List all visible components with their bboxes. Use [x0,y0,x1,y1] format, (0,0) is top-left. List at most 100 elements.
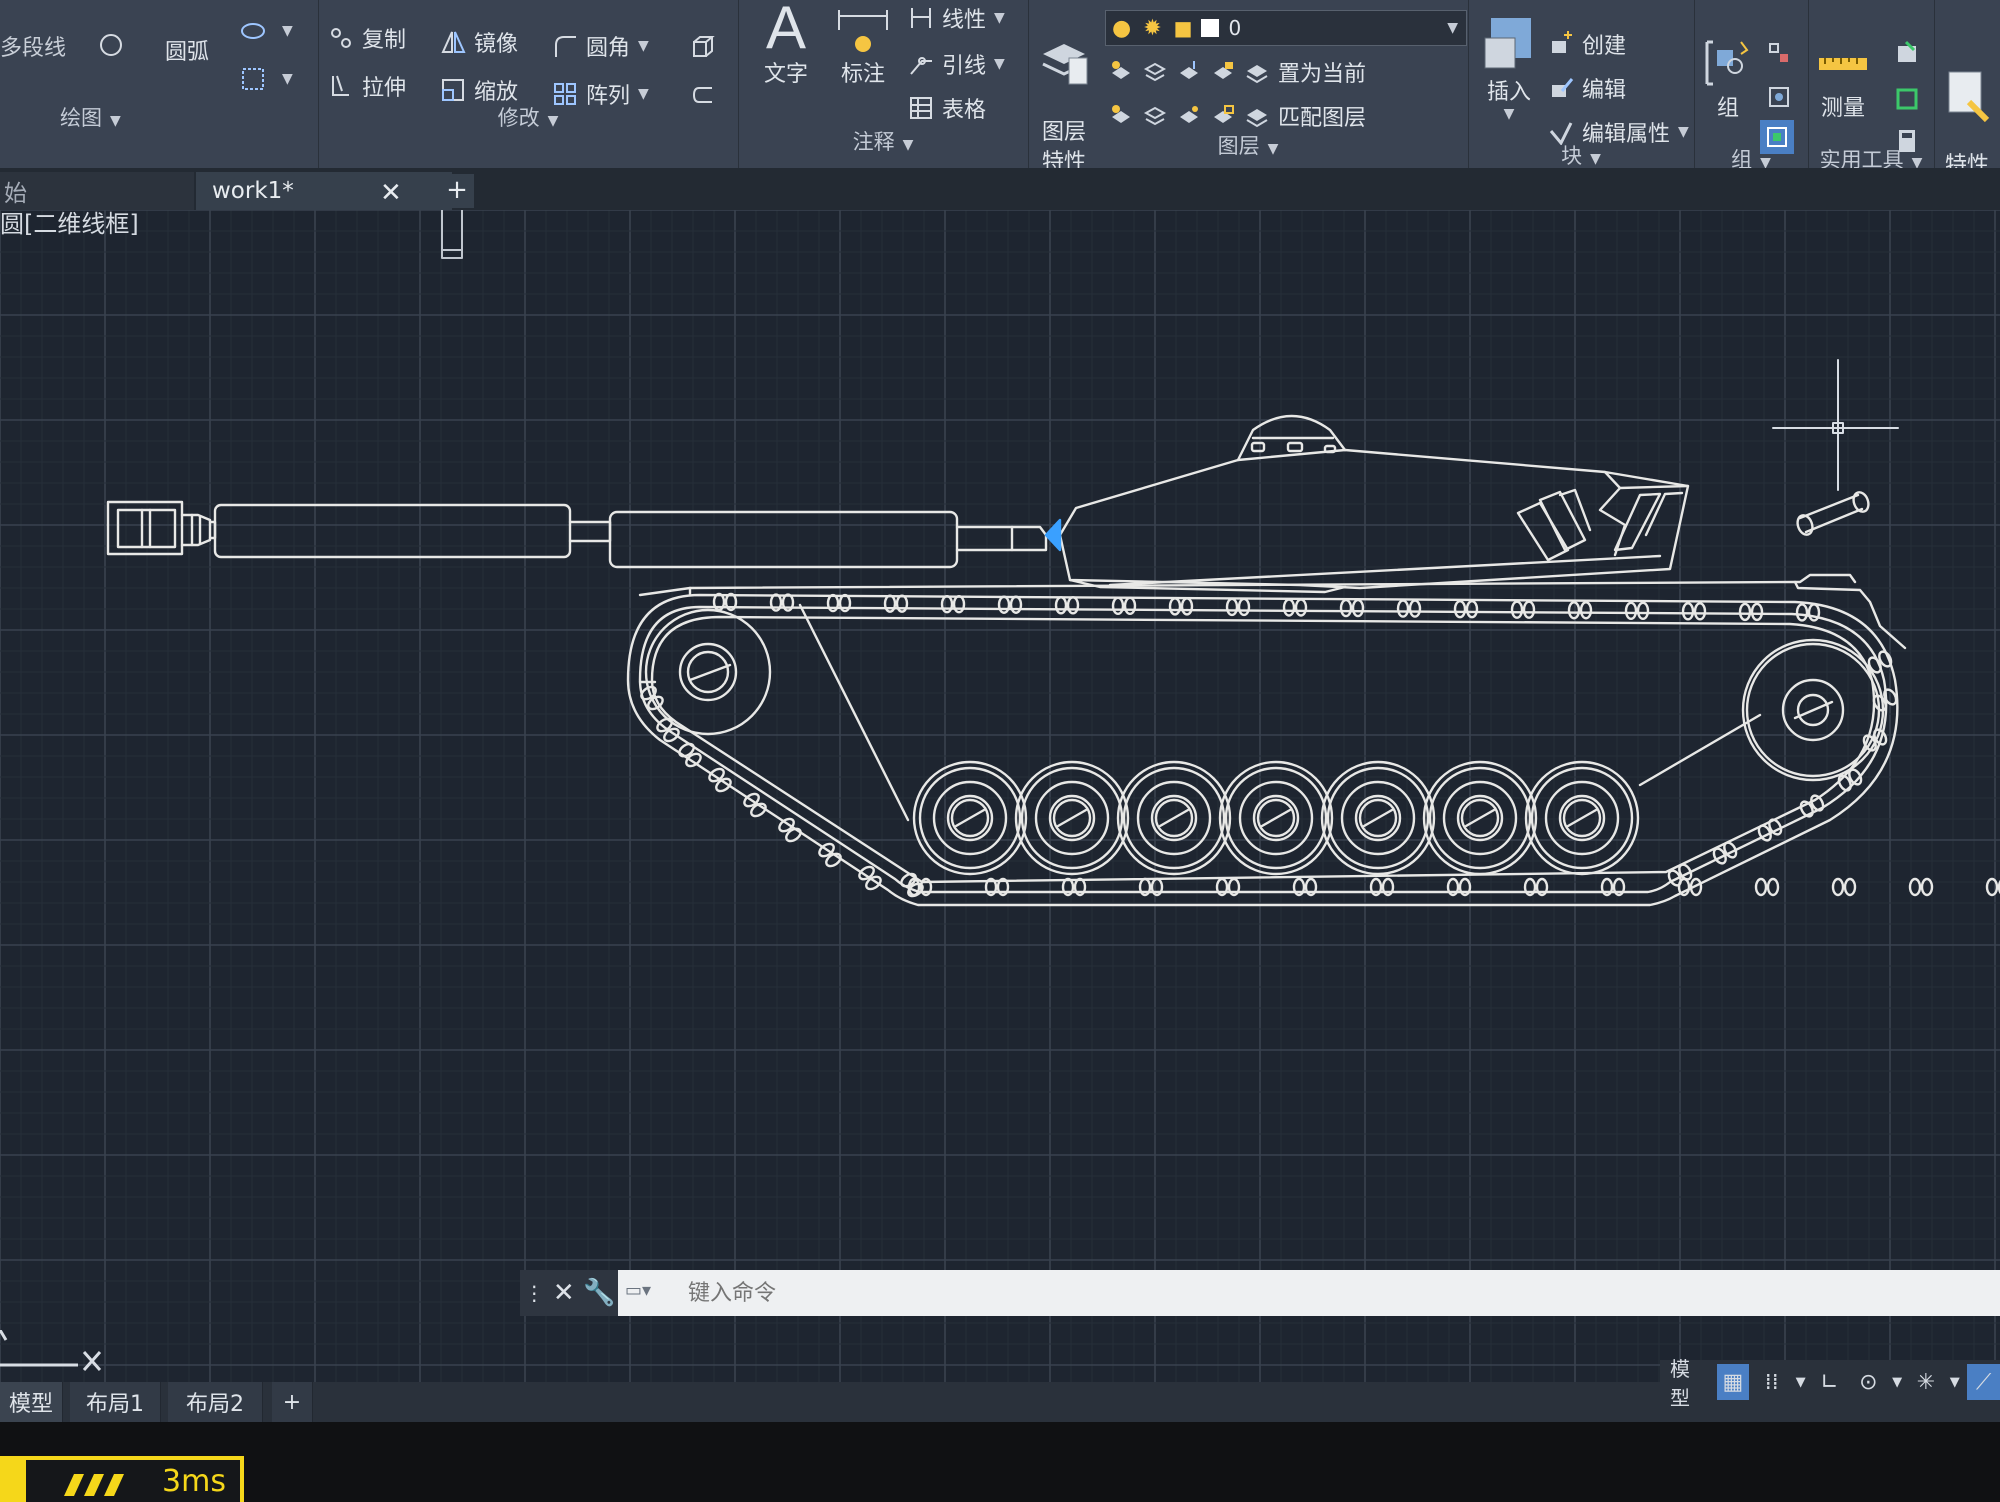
isodraft-icon[interactable]: ✳ [1910,1364,1943,1400]
ungroup-icon[interactable] [1766,40,1800,66]
measure-button[interactable]: 测量 [1812,50,1874,122]
linear-dropdown-icon[interactable]: ▼ [994,10,1005,26]
command-input[interactable] [618,1270,2000,1316]
annotation-panel-title[interactable]: 注释 ▼ [738,126,1028,156]
road-wheel-spoke [1566,808,1598,828]
set-current-button[interactable]: 置为当前 [1278,56,1366,88]
hatch-dropdown-icon[interactable]: ▼ [282,71,293,87]
layer-freeze-icon[interactable] [1176,59,1202,85]
track-pin [1351,598,1365,618]
arc-button[interactable]: 圆弧 [165,34,209,66]
modify-panel: 复制 镜像 圆角 ▼ 拉伸 缩放 阵列 ▼ 修改 ▼ [318,0,739,168]
smoke-launcher[interactable] [1516,488,1592,562]
select-all-icon[interactable] [1894,86,1928,112]
arc-label: 圆弧 [165,40,210,65]
track-pin [1066,596,1080,615]
layout-tab-layout1[interactable]: 布局1 [70,1382,161,1422]
ortho-icon[interactable]: ∟ [1813,1364,1846,1400]
dimension-button[interactable]: 标注 [828,10,898,88]
layout-tab-model[interactable]: 模型 [0,1382,63,1422]
track-pin [1510,600,1524,619]
grid-icon[interactable]: ▦ [1716,1364,1750,1400]
block-panel-title[interactable]: 块 ▼ [1468,140,1694,170]
layer-unisolate-icon[interactable] [1142,103,1168,129]
isodraft-dropdown-icon[interactable]: ▼ [1948,1364,1961,1400]
layer-on-icon[interactable] [1108,103,1134,129]
stretch-button[interactable]: 拉伸 [328,70,406,102]
track-pin [1294,598,1308,617]
modify-panel-title[interactable]: 修改 ▼ [318,102,738,132]
ellipse-button[interactable]: ▼ [240,18,293,44]
gun-barrel[interactable] [106,500,1048,569]
viewport-marker [441,210,463,259]
table-button[interactable]: 表格 [908,92,986,124]
array-dropdown-icon[interactable]: ▼ [638,86,649,102]
draw-panel-title[interactable]: 绘图 ▼ [60,102,121,132]
track-link [1624,601,1650,620]
command-history-icon[interactable]: ▭▾ [625,1280,651,1301]
layer-unlock-icon[interactable] [1210,103,1236,129]
insert-dropdown-icon[interactable]: ▼ [1476,106,1542,122]
model-space-toggle[interactable]: 模型 [1666,1357,1711,1410]
layout-tab-layout2[interactable]: 布局2 [168,1382,263,1422]
insert-block-button[interactable]: 插入 ▼ [1476,14,1542,122]
close-command-icon[interactable]: ✕ [553,1278,575,1308]
new-tab-button[interactable]: + [440,174,474,208]
track-pin [1522,600,1536,619]
document-tab[interactable]: work1* [196,172,452,210]
object-snap-tracking-icon[interactable]: ⟋ [1967,1364,2000,1400]
idler-wheel[interactable] [1741,638,1885,782]
fillet-dropdown-icon[interactable]: ▼ [638,38,649,54]
track[interactable] [626,593,1899,907]
group-button[interactable]: 组 [1698,36,1758,122]
fillet-button[interactable]: 圆角 ▼ [552,30,649,62]
add-layout-button[interactable]: + [272,1382,313,1422]
small-cylinder[interactable] [1795,490,1871,537]
command-grip-icon[interactable]: ⋮ [524,1281,544,1305]
linear-button[interactable]: 线性 ▼ [908,2,1005,34]
3d-box-button[interactable] [690,34,724,60]
layers-panel-title[interactable]: 图层 ▼ [1028,130,1468,160]
layer-off-icon[interactable] [1108,59,1134,85]
track-pin [1225,597,1239,617]
snap-dropdown-icon[interactable]: ▼ [1794,1364,1807,1400]
leader-dropdown-icon[interactable]: ▼ [994,56,1005,72]
edit-attributes-dropdown-icon[interactable]: ▼ [1678,124,1689,140]
create-block-button[interactable]: 创建 [1548,28,1626,60]
layer-lock-icon[interactable] [1210,59,1236,85]
layer-thaw-icon[interactable] [1176,103,1202,129]
layer-dropdown[interactable]: ● ✹ ■ 0 ▼ [1105,10,1467,46]
text-button[interactable]: A 文字 [756,0,816,88]
track-pin [825,852,842,868]
ribbon: 多段线 圆弧 ▼ ▼ 绘图 ▼ 复制 镜像 圆角 ▼ 拉伸 缩放 阵列 ▼ 修改… [0,0,2000,206]
track-pin [1339,598,1353,618]
mirror-button[interactable]: 镜像 [440,26,518,58]
tank-drawing[interactable] [0,210,2000,1400]
track-pin [1766,877,1780,897]
circle-button[interactable] [98,32,132,58]
track-pin [750,802,767,818]
track-pin [1843,877,1857,897]
drawing-canvas[interactable] [0,210,2000,1400]
edit-block-button[interactable]: 编辑 [1548,72,1626,104]
polar-icon[interactable]: ⊙ [1852,1364,1885,1400]
road-wheels[interactable] [912,760,1640,876]
wrench-icon[interactable]: 🔧 [583,1278,615,1308]
polar-dropdown-icon[interactable]: ▼ [1891,1364,1904,1400]
track-pin [1168,597,1182,616]
ellipse-dropdown-icon[interactable]: ▼ [282,23,293,39]
quick-select-icon[interactable] [1894,40,1928,66]
turret[interactable] [1044,414,1690,594]
snap-icon[interactable]: ⁞⁞ [1755,1364,1788,1400]
copy-button[interactable]: 复制 [328,22,406,54]
leader-button[interactable]: 引线 ▼ [908,48,1005,80]
create-block-icon [1548,31,1574,57]
layer-isolate-icon[interactable] [1142,59,1168,85]
drive-sprocket[interactable] [644,608,772,736]
group-edit-icon[interactable] [1766,84,1800,110]
match-layer-button[interactable]: 匹配图层 [1278,100,1366,132]
viewport-label[interactable]: 圆[二维线框] [0,204,139,239]
polyline-button[interactable]: 多段线 [0,30,66,62]
hatch-button[interactable]: ▼ [240,66,293,92]
close-tab-icon[interactable]: ✕ [380,178,402,208]
